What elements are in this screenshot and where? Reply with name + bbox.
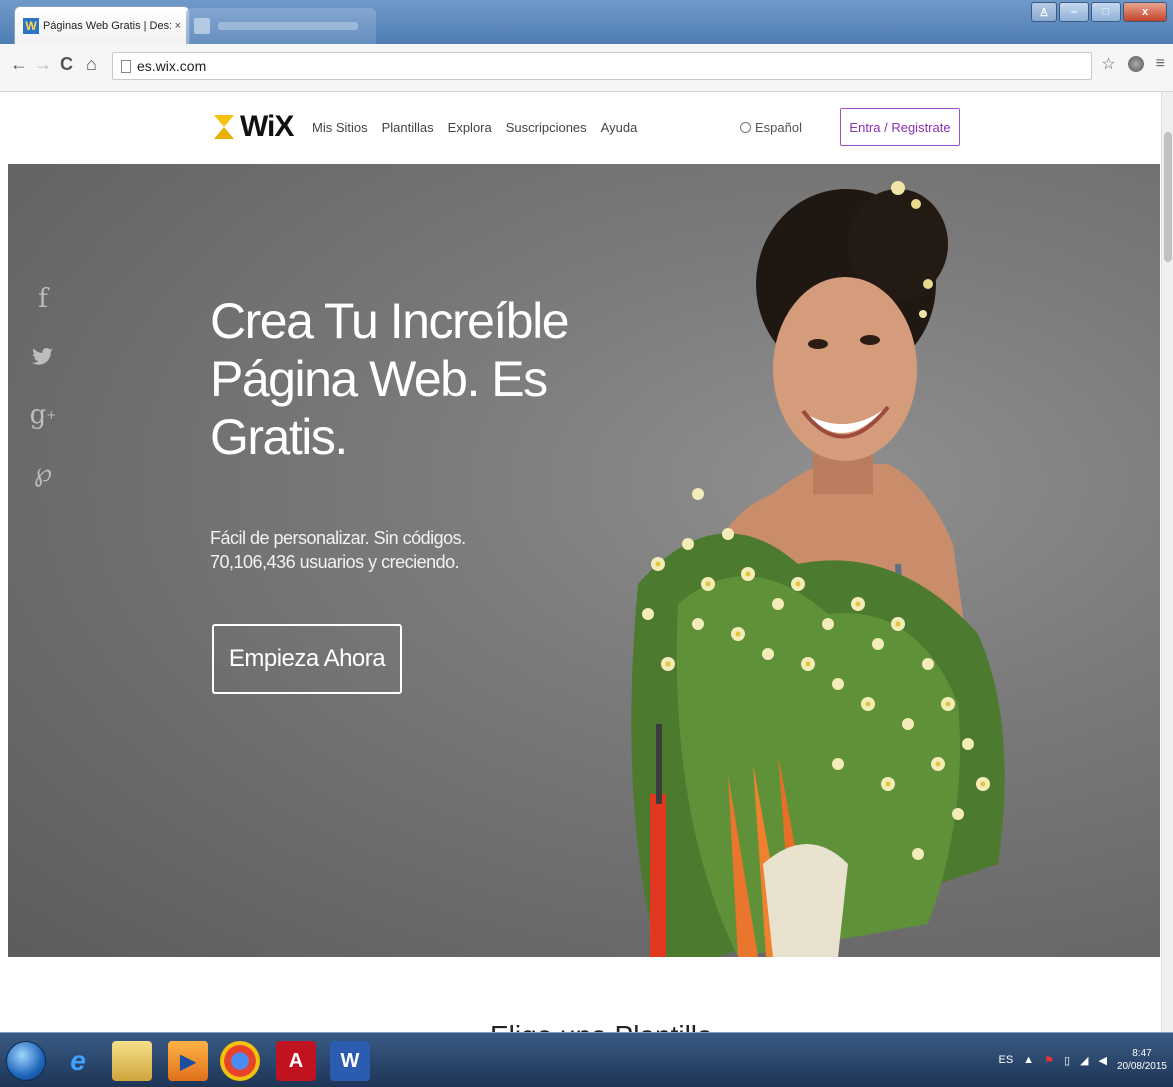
maximize-button[interactable]: □: [1091, 2, 1121, 22]
clock-time: 8:47: [1132, 1048, 1152, 1059]
window-controls: ♙ – □ x: [1031, 2, 1167, 22]
signin-button[interactable]: Entra / Registrate: [840, 108, 960, 146]
user-profile-icon[interactable]: ♙: [1031, 2, 1057, 22]
menu-item-plantillas[interactable]: Plantillas: [382, 120, 434, 135]
scrollbar-thumb[interactable]: [1164, 132, 1172, 262]
language-label: Español: [755, 120, 802, 135]
tab-inactive-favicon-icon: [194, 18, 210, 34]
wix-favicon-icon: W: [23, 17, 39, 34]
close-window-button[interactable]: x: [1123, 2, 1167, 22]
menu-item-explora[interactable]: Explora: [448, 120, 492, 135]
facebook-icon[interactable]: f: [32, 284, 54, 314]
extension-icon[interactable]: [1127, 56, 1144, 72]
tab-close-icon[interactable]: ×: [175, 20, 181, 32]
hero-subtitle-line2: 70,106,436 usuarios y creciendo.: [210, 552, 460, 572]
menu-hamburger-icon[interactable]: ≡: [1156, 55, 1165, 73]
site-header: WiX Mis Sitios Plantillas Explora Suscri…: [0, 92, 1160, 164]
address-bar[interactable]: es.wix.com: [112, 52, 1092, 80]
browser-toolbar: ← → C ⌂ es.wix.com ☆ ≡: [0, 44, 1173, 92]
home-icon[interactable]: ⌂: [86, 54, 97, 75]
reload-icon[interactable]: C: [60, 54, 73, 75]
globe-icon: [740, 122, 751, 133]
menu-item-mis-sitios[interactable]: Mis Sitios: [312, 120, 368, 135]
media-player-icon[interactable]: ▶: [168, 1041, 208, 1081]
acrobat-icon[interactable]: A: [276, 1041, 316, 1081]
internet-explorer-icon[interactable]: e: [58, 1041, 98, 1081]
clock[interactable]: 8:47 20/08/2015: [1117, 1047, 1167, 1073]
taskbar: e ▶ A W ES ▲ ⚑ ▯ ◢ ◀ 8:47 20/08/2015: [0, 1032, 1173, 1087]
hero-section: f g + ℘ Crea Tu Increíble Página Web. Es …: [8, 164, 1160, 957]
clock-date: 20/08/2015: [1116, 1061, 1167, 1072]
tab-title: Páginas Web Gratis | Des:: [42, 19, 171, 32]
toolbar-right: ☆ ≡: [1101, 54, 1165, 74]
url-text: es.wix.com: [137, 58, 207, 74]
google-plus-icon[interactable]: g +: [30, 400, 57, 430]
main-menu: Mis Sitios Plantillas Explora Suscripcio…: [312, 120, 637, 135]
volume-icon[interactable]: ◀: [1098, 1054, 1106, 1067]
hero-subtitle: Fácil de personalizar. Sin códigos. 70,1…: [210, 526, 550, 574]
network-icon[interactable]: ◢: [1080, 1054, 1088, 1067]
tab-inactive-title: [218, 22, 358, 30]
tab-active[interactable]: W Páginas Web Gratis | Des: ×: [14, 6, 190, 44]
twitter-icon[interactable]: [32, 342, 54, 372]
language-selector[interactable]: Español: [740, 120, 802, 135]
tray-arrow-icon[interactable]: ▲: [1023, 1054, 1034, 1066]
start-button[interactable]: [6, 1041, 46, 1081]
minimize-button[interactable]: –: [1059, 2, 1089, 22]
page-scrollbar[interactable]: [1161, 92, 1173, 1032]
word-icon[interactable]: W: [330, 1041, 370, 1081]
start-now-button[interactable]: Empieza Ahora: [212, 624, 402, 694]
language-indicator[interactable]: ES: [998, 1054, 1013, 1066]
battery-icon[interactable]: ▯: [1064, 1054, 1070, 1067]
browser-titlebar: W Páginas Web Gratis | Des: × ♙ – □ x: [0, 0, 1173, 44]
flag-icon[interactable]: ⚑: [1044, 1054, 1054, 1067]
back-arrow-icon[interactable]: ←: [10, 54, 28, 75]
hero-subtitle-line1: Fácil de personalizar. Sin códigos.: [210, 528, 466, 548]
system-tray: ES ▲ ⚑ ▯ ◢ ◀ 8:47 20/08/2015: [998, 1047, 1167, 1073]
tab-inactive[interactable]: [186, 8, 376, 44]
page-icon: [121, 59, 131, 73]
wix-logo[interactable]: WiX: [212, 110, 294, 144]
explorer-folder-icon[interactable]: [112, 1041, 152, 1081]
hero-photo-woman-flowers: [631, 181, 1005, 957]
menu-item-suscripciones[interactable]: Suscripciones: [506, 120, 587, 135]
chrome-icon[interactable]: [220, 1041, 260, 1081]
menu-item-ayuda[interactable]: Ayuda: [601, 120, 638, 135]
forward-arrow-icon[interactable]: →: [34, 54, 52, 75]
hero-headline: Crea Tu Increíble Página Web. Es Gratis.: [210, 293, 570, 465]
logo-wordmark: WiX: [240, 110, 294, 143]
pinterest-icon[interactable]: ℘: [32, 458, 54, 488]
wix-hourglass-icon: [212, 115, 236, 139]
bookmark-star-icon[interactable]: ☆: [1101, 54, 1115, 74]
social-links: f g + ℘: [30, 284, 57, 488]
